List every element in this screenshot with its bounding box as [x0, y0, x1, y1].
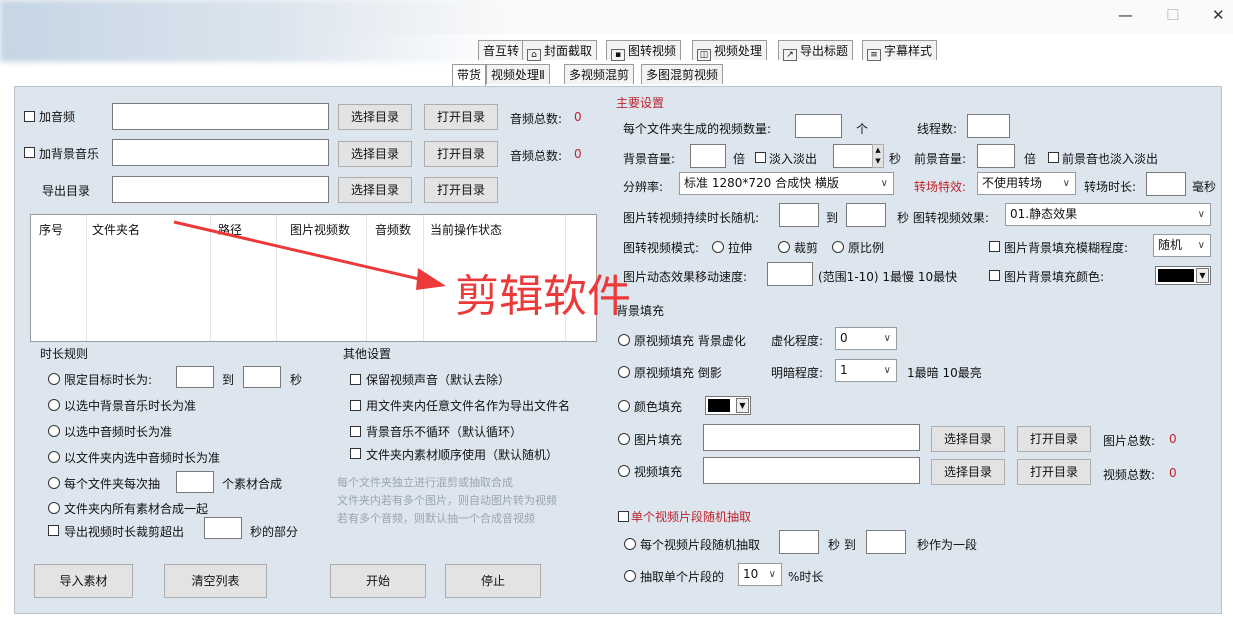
annotation-text: 剪辑软件	[455, 271, 631, 322]
